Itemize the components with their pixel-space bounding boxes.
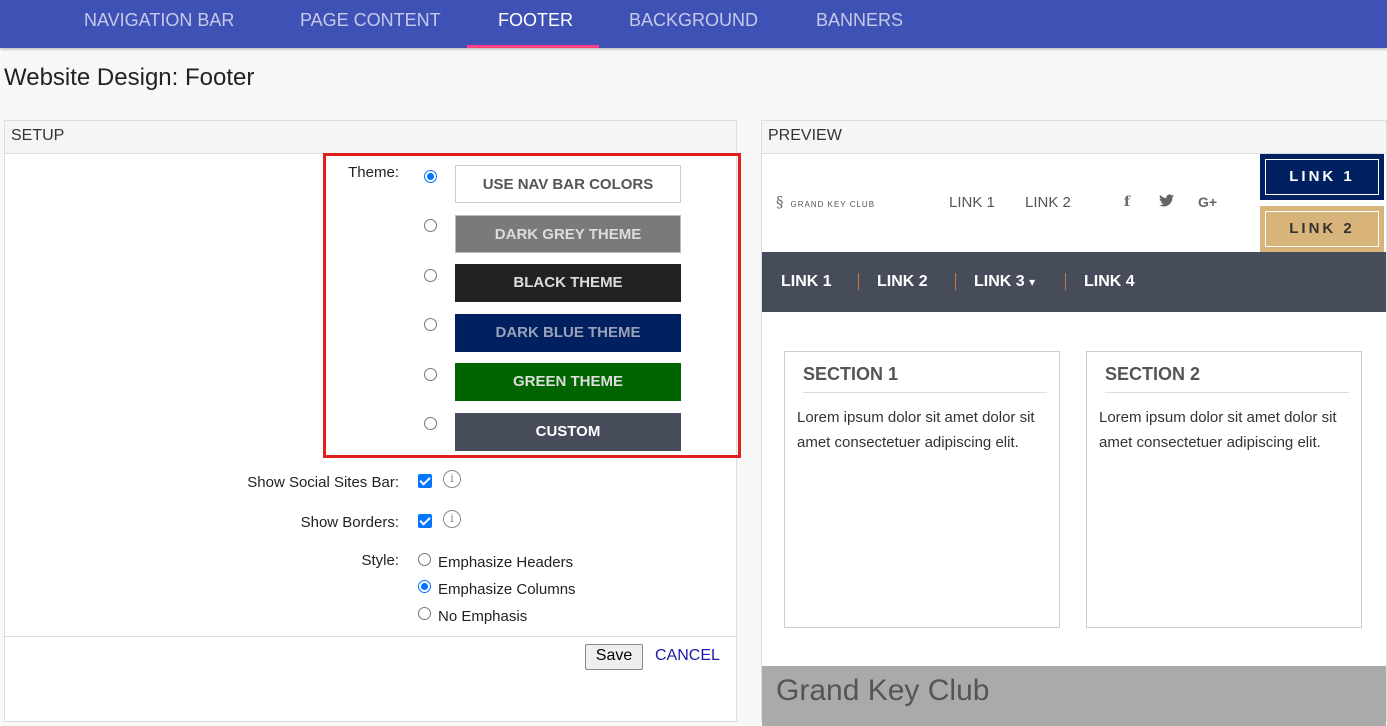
tab-banners[interactable]: BANNERS — [816, 0, 903, 48]
preview-nav-link-1[interactable]: LINK 1 — [781, 273, 832, 291]
preview-footer: Grand Key Club — [762, 666, 1386, 726]
cancel-link[interactable]: CANCEL — [655, 647, 720, 665]
section-title: SECTION 2 — [1105, 364, 1349, 393]
preview-section-1: SECTION 1 Lorem ipsum dolor sit amet dol… — [784, 351, 1060, 628]
nav-separator — [1065, 273, 1066, 290]
preview-nav-link-3[interactable]: LINK 3 ▾ — [974, 273, 1035, 291]
nav-link-3-label: LINK 3 — [974, 273, 1025, 290]
tab-background[interactable]: BACKGROUND — [629, 0, 758, 48]
setup-panel: SETUP Theme: USE NAV BAR COLORS DARK GRE… — [4, 120, 741, 722]
borders-info-icon[interactable]: i — [443, 510, 461, 528]
preview-button-link-1[interactable]: LINK 1 — [1260, 154, 1384, 200]
preview-button-link-2-label: LINK 2 — [1265, 211, 1379, 247]
preview-button-link-2[interactable]: LINK 2 — [1260, 206, 1384, 252]
top-navigation-bar: NAVIGATION BAR PAGE CONTENT FOOTER BACKG… — [0, 0, 1387, 48]
section-title: SECTION 1 — [803, 364, 1047, 393]
chevron-down-icon: ▾ — [1029, 275, 1036, 289]
google-plus-icon[interactable]: G+ — [1198, 194, 1217, 210]
twitter-icon[interactable] — [1159, 194, 1174, 210]
facebook-icon[interactable]: f — [1124, 194, 1130, 210]
social-sites-checkbox[interactable] — [418, 474, 432, 488]
tab-navigation-bar[interactable]: NAVIGATION BAR — [84, 0, 234, 48]
style-radio-headers[interactable] — [418, 553, 431, 566]
tab-footer[interactable]: FOOTER — [498, 0, 573, 48]
preview-logo: § GRAND KEY CLUB — [776, 193, 875, 211]
preview-footer-title: Grand Key Club — [776, 674, 990, 707]
style-radio-no-emphasis[interactable] — [418, 607, 431, 620]
active-tab-indicator — [467, 45, 599, 48]
preview-panel: PREVIEW § GRAND KEY CLUB LINK 1 LINK 2 f … — [761, 120, 1387, 726]
preview-top-link-2[interactable]: LINK 2 — [1025, 194, 1071, 211]
preview-section-2: SECTION 2 Lorem ipsum dolor sit amet dol… — [1086, 351, 1362, 628]
preview-header: PREVIEW — [762, 121, 1386, 154]
style-radio-columns[interactable] — [418, 580, 431, 593]
section-body: Lorem ipsum dolor sit amet dolor sit ame… — [797, 409, 1035, 451]
style-option-no-emphasis[interactable]: No Emphasis — [438, 608, 527, 625]
preview-top-link-1[interactable]: LINK 1 — [949, 194, 995, 211]
preview-nav-bar: LINK 1 LINK 2 LINK 3 ▾ LINK 4 — [762, 252, 1386, 312]
style-label: Style: — [361, 552, 399, 569]
preview-nav-link-4[interactable]: LINK 4 — [1084, 273, 1135, 291]
nav-separator — [858, 273, 859, 290]
show-borders-checkbox[interactable] — [418, 514, 432, 528]
save-button[interactable]: Save — [585, 644, 643, 670]
preview-nav-link-2[interactable]: LINK 2 — [877, 273, 928, 291]
social-sites-label: Show Social Sites Bar: — [247, 474, 399, 491]
setup-header: SETUP — [5, 121, 736, 154]
tab-page-content[interactable]: PAGE CONTENT — [300, 0, 441, 48]
social-info-icon[interactable]: i — [443, 470, 461, 488]
preview-button-link-1-label: LINK 1 — [1265, 159, 1379, 195]
setup-divider — [5, 636, 736, 637]
show-borders-label: Show Borders: — [300, 514, 399, 531]
page-title: Website Design: Footer — [4, 64, 255, 91]
nav-separator — [955, 273, 956, 290]
logo-text: GRAND KEY CLUB — [790, 200, 876, 209]
style-option-headers[interactable]: Emphasize Headers — [438, 554, 573, 571]
highlight-box — [323, 153, 741, 458]
style-option-columns[interactable]: Emphasize Columns — [438, 581, 576, 598]
section-body: Lorem ipsum dolor sit amet dolor sit ame… — [1099, 409, 1337, 451]
logo-mark-icon: § — [776, 193, 785, 211]
